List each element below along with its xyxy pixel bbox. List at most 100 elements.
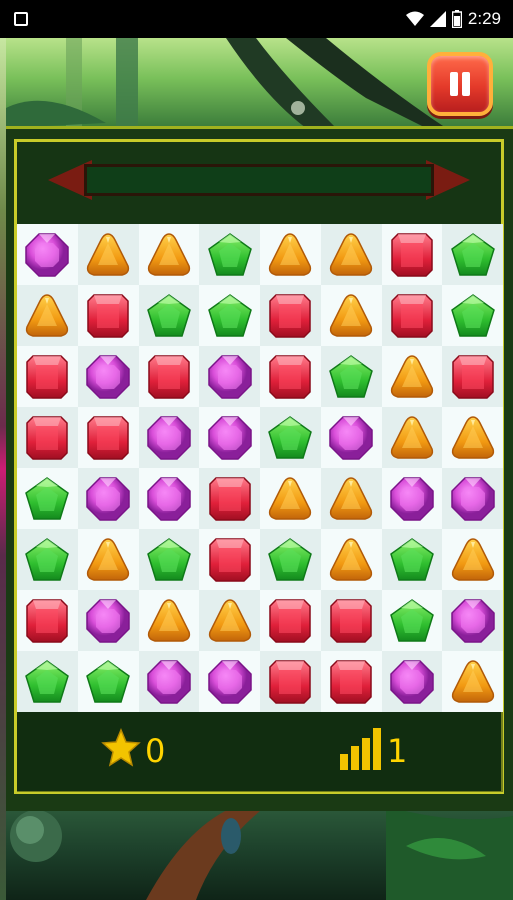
purple-octagon-gem[interactable] bbox=[327, 414, 375, 462]
board-cell[interactable] bbox=[320, 529, 382, 590]
board-cell[interactable] bbox=[17, 346, 78, 407]
red-square-gem[interactable] bbox=[266, 353, 314, 401]
board-cell[interactable] bbox=[260, 346, 321, 407]
board-cell[interactable] bbox=[199, 590, 260, 651]
board-cell[interactable] bbox=[442, 224, 503, 285]
board-cell[interactable] bbox=[199, 407, 260, 468]
purple-octagon-gem[interactable] bbox=[206, 353, 254, 401]
purple-octagon-gem[interactable] bbox=[145, 658, 193, 706]
red-square-gem[interactable] bbox=[23, 353, 71, 401]
green-pentagon-gem[interactable] bbox=[84, 658, 132, 706]
red-square-gem[interactable] bbox=[327, 658, 375, 706]
board-cell[interactable] bbox=[17, 224, 78, 285]
board-cell[interactable] bbox=[381, 651, 443, 712]
orange-triangle-gem[interactable] bbox=[23, 292, 71, 340]
red-square-gem[interactable] bbox=[84, 292, 132, 340]
board-cell[interactable] bbox=[77, 468, 139, 529]
green-pentagon-gem[interactable] bbox=[145, 292, 193, 340]
board-cell[interactable] bbox=[260, 224, 321, 285]
green-pentagon-gem[interactable] bbox=[23, 475, 71, 523]
purple-octagon-gem[interactable] bbox=[388, 475, 436, 523]
green-pentagon-gem[interactable] bbox=[23, 536, 71, 584]
board-cell[interactable] bbox=[17, 651, 78, 712]
board-cell[interactable] bbox=[138, 285, 200, 346]
orange-triangle-gem[interactable] bbox=[388, 414, 436, 462]
orange-triangle-gem[interactable] bbox=[327, 231, 375, 279]
board-cell[interactable] bbox=[138, 407, 200, 468]
red-square-gem[interactable] bbox=[388, 292, 436, 340]
board-cell[interactable] bbox=[320, 285, 382, 346]
board-cell[interactable] bbox=[442, 285, 503, 346]
board-cell[interactable] bbox=[260, 407, 321, 468]
orange-triangle-gem[interactable] bbox=[449, 658, 497, 706]
board-cell[interactable] bbox=[138, 590, 200, 651]
board-cell[interactable] bbox=[138, 529, 200, 590]
board-cell[interactable] bbox=[77, 346, 139, 407]
board-cell[interactable] bbox=[442, 529, 503, 590]
board-cell[interactable] bbox=[442, 346, 503, 407]
orange-triangle-gem[interactable] bbox=[84, 231, 132, 279]
board-cell[interactable] bbox=[199, 346, 260, 407]
orange-triangle-gem[interactable] bbox=[145, 597, 193, 645]
purple-octagon-gem[interactable] bbox=[206, 414, 254, 462]
green-pentagon-gem[interactable] bbox=[388, 536, 436, 584]
board-cell[interactable] bbox=[260, 590, 321, 651]
red-square-gem[interactable] bbox=[266, 597, 314, 645]
red-square-gem[interactable] bbox=[206, 475, 254, 523]
board-cell[interactable] bbox=[77, 590, 139, 651]
purple-octagon-gem[interactable] bbox=[145, 475, 193, 523]
board-cell[interactable] bbox=[381, 468, 443, 529]
green-pentagon-gem[interactable] bbox=[145, 536, 193, 584]
red-square-gem[interactable] bbox=[84, 414, 132, 462]
board-cell[interactable] bbox=[199, 651, 260, 712]
green-pentagon-gem[interactable] bbox=[449, 231, 497, 279]
board-cell[interactable] bbox=[138, 224, 200, 285]
orange-triangle-gem[interactable] bbox=[266, 231, 314, 279]
red-square-gem[interactable] bbox=[449, 353, 497, 401]
board-cell[interactable] bbox=[381, 346, 443, 407]
board-cell[interactable] bbox=[260, 651, 321, 712]
board-cell[interactable] bbox=[77, 407, 139, 468]
red-square-gem[interactable] bbox=[145, 353, 193, 401]
board-cell[interactable] bbox=[320, 346, 382, 407]
board-cell[interactable] bbox=[442, 651, 503, 712]
purple-octagon-gem[interactable] bbox=[84, 597, 132, 645]
board-cell[interactable] bbox=[17, 407, 78, 468]
board-cell[interactable] bbox=[381, 529, 443, 590]
orange-triangle-gem[interactable] bbox=[84, 536, 132, 584]
green-pentagon-gem[interactable] bbox=[388, 597, 436, 645]
board-cell[interactable] bbox=[17, 468, 78, 529]
board-cell[interactable] bbox=[138, 651, 200, 712]
green-pentagon-gem[interactable] bbox=[266, 414, 314, 462]
purple-octagon-gem[interactable] bbox=[449, 475, 497, 523]
board-cell[interactable] bbox=[320, 651, 382, 712]
orange-triangle-gem[interactable] bbox=[327, 292, 375, 340]
board-cell[interactable] bbox=[138, 346, 200, 407]
red-square-gem[interactable] bbox=[266, 658, 314, 706]
board-cell[interactable] bbox=[199, 529, 260, 590]
board-cell[interactable] bbox=[77, 529, 139, 590]
orange-triangle-gem[interactable] bbox=[388, 353, 436, 401]
green-pentagon-gem[interactable] bbox=[23, 658, 71, 706]
board-cell[interactable] bbox=[77, 651, 139, 712]
green-pentagon-gem[interactable] bbox=[206, 292, 254, 340]
red-square-gem[interactable] bbox=[23, 414, 71, 462]
purple-octagon-gem[interactable] bbox=[145, 414, 193, 462]
purple-octagon-gem[interactable] bbox=[449, 597, 497, 645]
board-cell[interactable] bbox=[381, 285, 443, 346]
board-cell[interactable] bbox=[260, 529, 321, 590]
orange-triangle-gem[interactable] bbox=[327, 475, 375, 523]
red-square-gem[interactable] bbox=[388, 231, 436, 279]
board-cell[interactable] bbox=[442, 468, 503, 529]
pause-button[interactable] bbox=[427, 52, 493, 116]
purple-octagon-gem[interactable] bbox=[206, 658, 254, 706]
board-cell[interactable] bbox=[320, 224, 382, 285]
board-cell[interactable] bbox=[17, 590, 78, 651]
board-cell[interactable] bbox=[320, 590, 382, 651]
board-cell[interactable] bbox=[320, 407, 382, 468]
board-cell[interactable] bbox=[381, 590, 443, 651]
purple-octagon-gem[interactable] bbox=[388, 658, 436, 706]
green-pentagon-gem[interactable] bbox=[327, 353, 375, 401]
board-cell[interactable] bbox=[77, 224, 139, 285]
board-cell[interactable] bbox=[442, 590, 503, 651]
